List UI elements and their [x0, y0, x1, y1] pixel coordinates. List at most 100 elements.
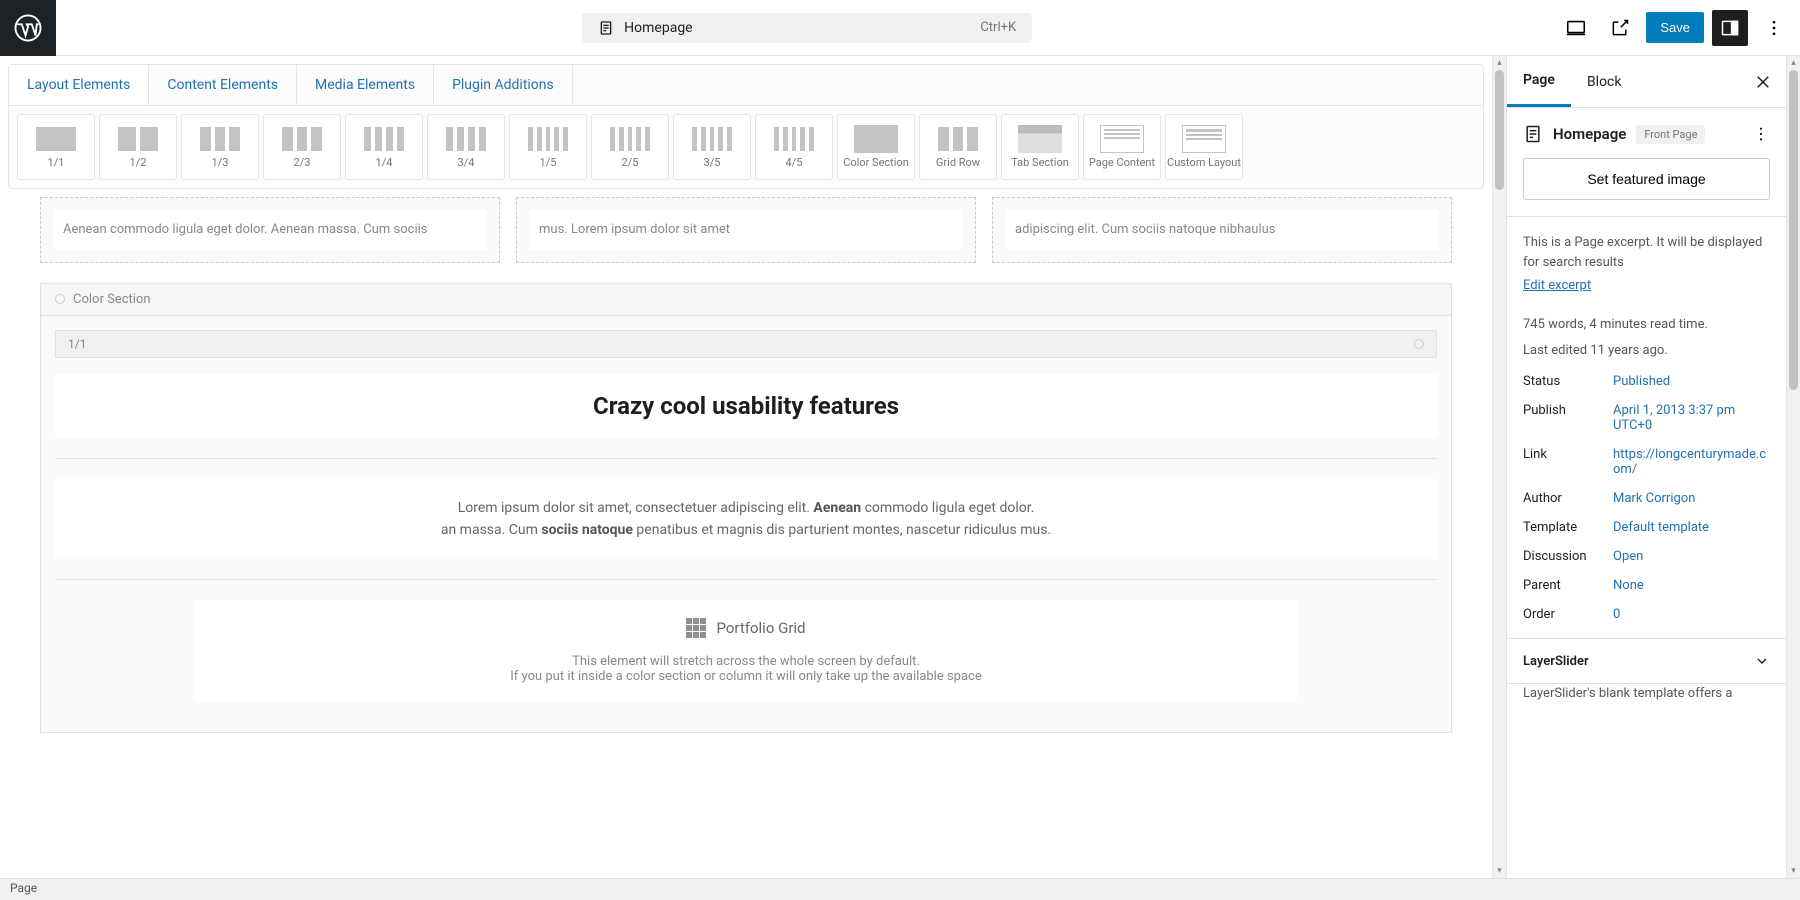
save-button[interactable]: Save: [1646, 12, 1704, 43]
edit-excerpt-link[interactable]: Edit excerpt: [1523, 278, 1591, 293]
set-featured-image-button[interactable]: Set featured image: [1523, 158, 1770, 200]
editor-scrollbar[interactable]: ▴ ▾: [1492, 56, 1506, 878]
scroll-up-icon[interactable]: ▴: [1787, 58, 1800, 68]
column-box[interactable]: mus. Lorem ipsum dolor sit amet: [516, 197, 976, 263]
top-bar: Homepage Ctrl+K Save: [0, 0, 1800, 56]
wordpress-icon: [13, 13, 43, 43]
page-actions-button[interactable]: [1752, 125, 1770, 143]
element-tile-3-4[interactable]: 3/4: [427, 114, 505, 180]
text-block[interactable]: Lorem ipsum dolor sit amet, consectetuer…: [55, 479, 1437, 560]
tab-content-elements[interactable]: Content Elements: [149, 65, 297, 105]
layout-glyph-icon: [280, 125, 324, 153]
settings-toggle-button[interactable]: [1712, 10, 1748, 46]
portfolio-title-row: Portfolio Grid: [213, 618, 1279, 638]
element-tile-1-5[interactable]: 1/5: [509, 114, 587, 180]
text-block: adipiscing elit. Cum sociis natoque nibh…: [1005, 210, 1439, 250]
page-icon: [1523, 124, 1543, 144]
element-tile-2-3[interactable]: 2/3: [263, 114, 341, 180]
layout-glyph-icon: [690, 125, 734, 153]
element-tile-1-4[interactable]: 1/4: [345, 114, 423, 180]
element-tile-label: 1/5: [540, 157, 557, 169]
element-tile-label: Tab Section: [1011, 157, 1069, 169]
scroll-down-icon[interactable]: ▾: [1787, 866, 1800, 876]
meta-discussion[interactable]: DiscussionOpen: [1523, 549, 1770, 564]
scroll-up-icon[interactable]: ▴: [1493, 58, 1506, 68]
grid-icon: [686, 618, 706, 638]
portfolio-description: This element will stretch across the who…: [213, 654, 1279, 684]
layerslider-description: LayerSlider's blank template offers a: [1507, 684, 1786, 720]
layout-glyph-icon: [608, 125, 652, 153]
element-tile-3-5[interactable]: 3/5: [673, 114, 751, 180]
element-tile-label: 1/3: [212, 157, 229, 169]
element-tile-1-1[interactable]: 1/1: [17, 114, 95, 180]
page-icon: [598, 20, 614, 36]
settings-sidebar: Page Block Homepage Front Page Set featu…: [1506, 56, 1786, 878]
element-tile-label: 1/1: [48, 157, 65, 169]
element-tile-label: Custom Layout: [1167, 157, 1241, 169]
meta-order[interactable]: Order0: [1523, 607, 1770, 622]
sidebar-scrollbar[interactable]: ▴ ▾: [1786, 56, 1800, 878]
column-header[interactable]: 1/1: [55, 330, 1437, 358]
wordpress-logo[interactable]: [0, 0, 56, 56]
tab-page[interactable]: Page: [1507, 56, 1571, 107]
front-page-badge: Front Page: [1636, 125, 1705, 144]
elements-panel: Layout Elements Content Elements Media E…: [8, 64, 1484, 189]
layout-glyph-icon: [116, 125, 160, 153]
element-tile-1-3[interactable]: 1/3: [181, 114, 259, 180]
meta-parent[interactable]: ParentNone: [1523, 578, 1770, 593]
tab-plugin-additions[interactable]: Plugin Additions: [434, 65, 573, 105]
last-edited: Last edited 11 years ago.: [1523, 341, 1770, 361]
breadcrumb-item[interactable]: Page: [10, 881, 37, 895]
page-meta-section: 745 words, 4 minutes read time. Last edi…: [1507, 299, 1786, 639]
meta-link[interactable]: Linkhttps://longcenturymade.com/: [1523, 447, 1770, 477]
meta-author[interactable]: AuthorMark Corrigon: [1523, 491, 1770, 506]
color-section-header[interactable]: Color Section: [40, 283, 1452, 316]
element-tile-label: Grid Row: [936, 157, 980, 169]
scroll-thumb[interactable]: [1789, 70, 1798, 390]
element-tile-color-section[interactable]: Color Section: [837, 114, 915, 180]
document-switcher[interactable]: Homepage Ctrl+K: [582, 13, 1032, 43]
layout-glyph-icon: [362, 125, 406, 153]
column-box[interactable]: Aenean commodo ligula eget dolor. Aenean…: [40, 197, 500, 263]
layout-glyph-icon: [198, 125, 242, 153]
portfolio-grid-block[interactable]: Portfolio Grid This element will stretch…: [195, 600, 1297, 702]
meta-status[interactable]: StatusPublished: [1523, 374, 1770, 389]
page-summary-section: Homepage Front Page Set featured image: [1507, 108, 1786, 217]
element-tile-label: 1/4: [376, 157, 393, 169]
element-tile-page-content[interactable]: Page Content: [1083, 114, 1161, 180]
element-tile-custom-layout[interactable]: Custom Layout: [1165, 114, 1243, 180]
close-sidebar-button[interactable]: [1740, 73, 1786, 91]
element-tile-label: 3/5: [704, 157, 721, 169]
drag-handle-icon[interactable]: [55, 294, 65, 304]
element-tile-1-2[interactable]: 1/2: [99, 114, 177, 180]
tab-media-elements[interactable]: Media Elements: [297, 65, 434, 105]
layerslider-panel-toggle[interactable]: LayerSlider: [1507, 639, 1786, 684]
heading-text: Crazy cool usability features: [79, 392, 1413, 420]
tab-block[interactable]: Block: [1571, 58, 1638, 106]
element-tile-label: Color Section: [843, 157, 909, 169]
view-page-button[interactable]: [1602, 10, 1638, 46]
meta-publish[interactable]: PublishApril 1, 2013 3:37 pm UTC+0: [1523, 403, 1770, 433]
text-block: Aenean commodo ligula eget dolor. Aenean…: [53, 210, 487, 250]
element-tile-grid-row[interactable]: Grid Row: [919, 114, 997, 180]
excerpt-section: This is a Page excerpt. It will be displ…: [1507, 217, 1786, 299]
page-title: Homepage: [1553, 125, 1626, 143]
text-block: mus. Lorem ipsum dolor sit amet: [529, 210, 963, 250]
device-preview-button[interactable]: [1558, 10, 1594, 46]
scroll-down-icon[interactable]: ▾: [1493, 866, 1506, 876]
column-box[interactable]: adipiscing elit. Cum sociis natoque nibh…: [992, 197, 1452, 263]
element-tile-tab-section[interactable]: Tab Section: [1001, 114, 1079, 180]
element-tile-4-5[interactable]: 4/5: [755, 114, 833, 180]
element-tile-2-5[interactable]: 2/5: [591, 114, 669, 180]
layout-glyph-icon: [854, 125, 898, 153]
sidebar-tabs: Page Block: [1507, 56, 1786, 108]
more-options-button[interactable]: [1756, 10, 1792, 46]
column-handle-icon[interactable]: [1414, 339, 1424, 349]
separator[interactable]: [55, 458, 1437, 459]
meta-template[interactable]: TemplateDefault template: [1523, 520, 1770, 535]
scroll-thumb[interactable]: [1495, 70, 1504, 190]
tab-layout-elements[interactable]: Layout Elements: [9, 65, 149, 105]
separator[interactable]: [55, 579, 1437, 580]
layout-glyph-icon: [936, 125, 980, 153]
heading-block[interactable]: Crazy cool usability features: [55, 374, 1437, 438]
